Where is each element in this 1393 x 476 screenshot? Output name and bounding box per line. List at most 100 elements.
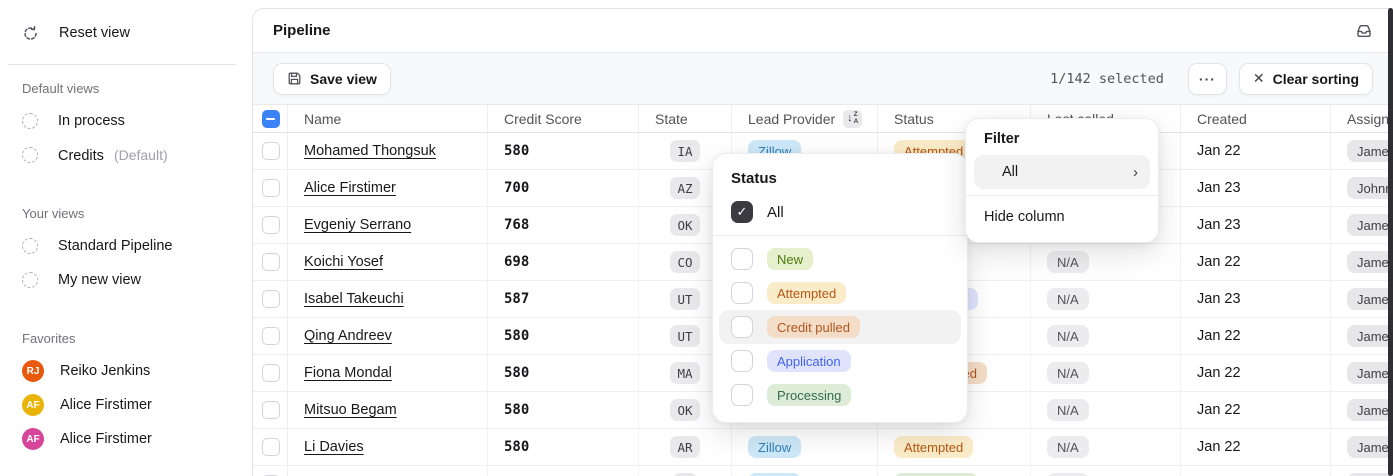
status-badge: Attempted bbox=[894, 436, 973, 458]
last-called-badge: N/A bbox=[1047, 288, 1089, 310]
column-header-assigned[interactable]: Assigned bbox=[1331, 105, 1393, 132]
reset-view-icon bbox=[22, 25, 39, 42]
lead-name-link[interactable]: Evgeniy Serrano bbox=[304, 217, 411, 233]
status-filter-popup: Status ✓ All New Attempted Credit pulled… bbox=[712, 153, 968, 423]
save-view-button[interactable]: Save view bbox=[273, 63, 391, 95]
menu-divider bbox=[966, 195, 1158, 196]
lead-name-link[interactable]: Qing Andreev bbox=[304, 328, 392, 344]
status-filter-option[interactable]: Processing bbox=[719, 378, 961, 412]
created-value: Jan 23 bbox=[1197, 180, 1241, 196]
checkbox-checked[interactable]: ✓ bbox=[731, 201, 753, 223]
row-checkbox[interactable] bbox=[262, 327, 280, 345]
sidebar-item-favorite-2[interactable]: AF Alice Firstimer bbox=[22, 388, 252, 422]
column-header-lead-provider[interactable]: Lead Provider ↓ZA bbox=[732, 105, 878, 132]
sidebar: Reset view Default views In process Cred… bbox=[0, 0, 252, 476]
last-called-badge: N/A bbox=[1047, 436, 1089, 458]
state-badge: MA bbox=[670, 362, 699, 384]
created-value: Jan 23 bbox=[1197, 291, 1241, 307]
sidebar-item-in-process[interactable]: In process bbox=[22, 104, 252, 138]
row-checkbox[interactable] bbox=[262, 401, 280, 419]
credit-score-value: 580 bbox=[504, 439, 529, 455]
credit-score-value: 700 bbox=[504, 180, 529, 196]
avatar: RJ bbox=[22, 360, 44, 382]
status-option-all[interactable]: ✓ All bbox=[713, 197, 967, 235]
chevron-right-icon: › bbox=[1133, 164, 1150, 181]
page-header: Pipeline bbox=[253, 9, 1393, 53]
sidebar-item-standard-pipeline[interactable]: Standard Pipeline bbox=[22, 229, 252, 263]
credit-score-value: 580 bbox=[504, 365, 529, 381]
sidebar-item-favorite-1[interactable]: RJ Reiko Jenkins bbox=[22, 354, 252, 388]
credit-score-value: 768 bbox=[504, 217, 529, 233]
state-badge: CO bbox=[670, 251, 699, 273]
status-filter-option[interactable]: Attempted bbox=[719, 276, 961, 310]
assigned-badge: Jame bbox=[1347, 140, 1393, 162]
checkbox-unchecked[interactable] bbox=[731, 350, 753, 372]
filter-all-menu-item[interactable]: All › bbox=[974, 155, 1150, 189]
app: Reset view Default views In process Cred… bbox=[0, 0, 1393, 476]
lead-name-link[interactable]: Fiona Mondal bbox=[304, 365, 392, 381]
row-checkbox[interactable] bbox=[262, 438, 280, 456]
section-label-favorites: Favorites bbox=[22, 331, 252, 346]
status-popup-title: Status bbox=[713, 168, 967, 197]
lead-name-link[interactable]: Mohamed Thongsuk bbox=[304, 143, 436, 159]
view-circle-icon bbox=[22, 113, 38, 129]
row-checkbox[interactable] bbox=[262, 364, 280, 382]
checkbox-unchecked[interactable] bbox=[731, 248, 753, 270]
credit-score-value: 580 bbox=[504, 143, 529, 159]
column-header-credit-score[interactable]: Credit Score bbox=[488, 105, 639, 132]
last-called-badge: N/A bbox=[1047, 399, 1089, 421]
checkbox-unchecked[interactable] bbox=[731, 316, 753, 338]
sidebar-item-favorite-3[interactable]: AF Alice Firstimer bbox=[22, 422, 252, 456]
credit-score-value: 698 bbox=[504, 254, 529, 270]
lead-name-link[interactable]: Isabel Takeuchi bbox=[304, 291, 404, 307]
status-filter-option[interactable]: Credit pulled bbox=[719, 310, 961, 344]
assigned-badge: Jame bbox=[1347, 288, 1393, 310]
row-checkbox[interactable] bbox=[262, 290, 280, 308]
avatar: AF bbox=[22, 428, 44, 450]
select-all-checkbox[interactable] bbox=[262, 110, 280, 128]
lead-name-link[interactable]: Li Davies bbox=[304, 439, 364, 455]
assigned-badge: Jame bbox=[1347, 251, 1393, 273]
row-checkbox[interactable] bbox=[262, 253, 280, 271]
state-badge: AZ bbox=[670, 177, 699, 199]
row-checkbox[interactable] bbox=[262, 216, 280, 234]
more-options-button[interactable]: ··· bbox=[1188, 63, 1227, 95]
reset-view-button[interactable]: Reset view bbox=[22, 16, 252, 50]
sidebar-item-my-new-view[interactable]: My new view bbox=[22, 263, 252, 297]
created-value: Jan 22 bbox=[1197, 365, 1241, 381]
status-option-badge: Application bbox=[767, 350, 851, 372]
status-filter-option[interactable]: New bbox=[719, 242, 961, 276]
sidebar-item-credits[interactable]: Credits(Default) bbox=[22, 138, 252, 172]
sort-descending-icon[interactable]: ↓ZA bbox=[843, 110, 862, 128]
section-label-default-views: Default views bbox=[22, 81, 252, 96]
status-filter-option[interactable]: Application bbox=[719, 344, 961, 378]
vertical-scrollbar[interactable] bbox=[1388, 8, 1393, 476]
row-checkbox[interactable] bbox=[262, 142, 280, 160]
lead-name-link[interactable]: Alice Firstimer bbox=[304, 180, 396, 196]
reset-view-label: Reset view bbox=[59, 25, 130, 41]
column-header-created[interactable]: Created bbox=[1181, 105, 1331, 132]
clear-sorting-button[interactable]: ✕ Clear sorting bbox=[1239, 63, 1373, 95]
checkbox-unchecked[interactable] bbox=[731, 384, 753, 406]
assigned-badge: Johnn bbox=[1347, 177, 1393, 199]
column-header-name[interactable]: Name bbox=[288, 105, 488, 132]
state-badge: OK bbox=[670, 214, 699, 236]
lead-name-link[interactable]: Mitsuo Begam bbox=[304, 402, 397, 418]
inbox-tray-icon[interactable] bbox=[1355, 22, 1373, 40]
section-label-your-views: Your views bbox=[22, 206, 252, 221]
page-title: Pipeline bbox=[273, 22, 331, 39]
assigned-badge: Jame bbox=[1347, 362, 1393, 384]
view-circle-icon bbox=[22, 272, 38, 288]
state-badge: UT bbox=[670, 288, 699, 310]
view-circle-icon bbox=[22, 147, 38, 163]
created-value: Jan 22 bbox=[1197, 254, 1241, 270]
lead-name-link[interactable]: Koichi Yosef bbox=[304, 254, 383, 270]
state-badge: AR bbox=[670, 436, 699, 458]
state-badge: UT bbox=[670, 325, 699, 347]
avatar: AF bbox=[22, 394, 44, 416]
hide-column-menu-item[interactable]: Hide column bbox=[974, 200, 1150, 234]
row-checkbox[interactable] bbox=[262, 179, 280, 197]
checkbox-unchecked[interactable] bbox=[731, 282, 753, 304]
column-header-state[interactable]: State bbox=[639, 105, 732, 132]
lead-provider-badge: Zillow bbox=[748, 436, 801, 458]
